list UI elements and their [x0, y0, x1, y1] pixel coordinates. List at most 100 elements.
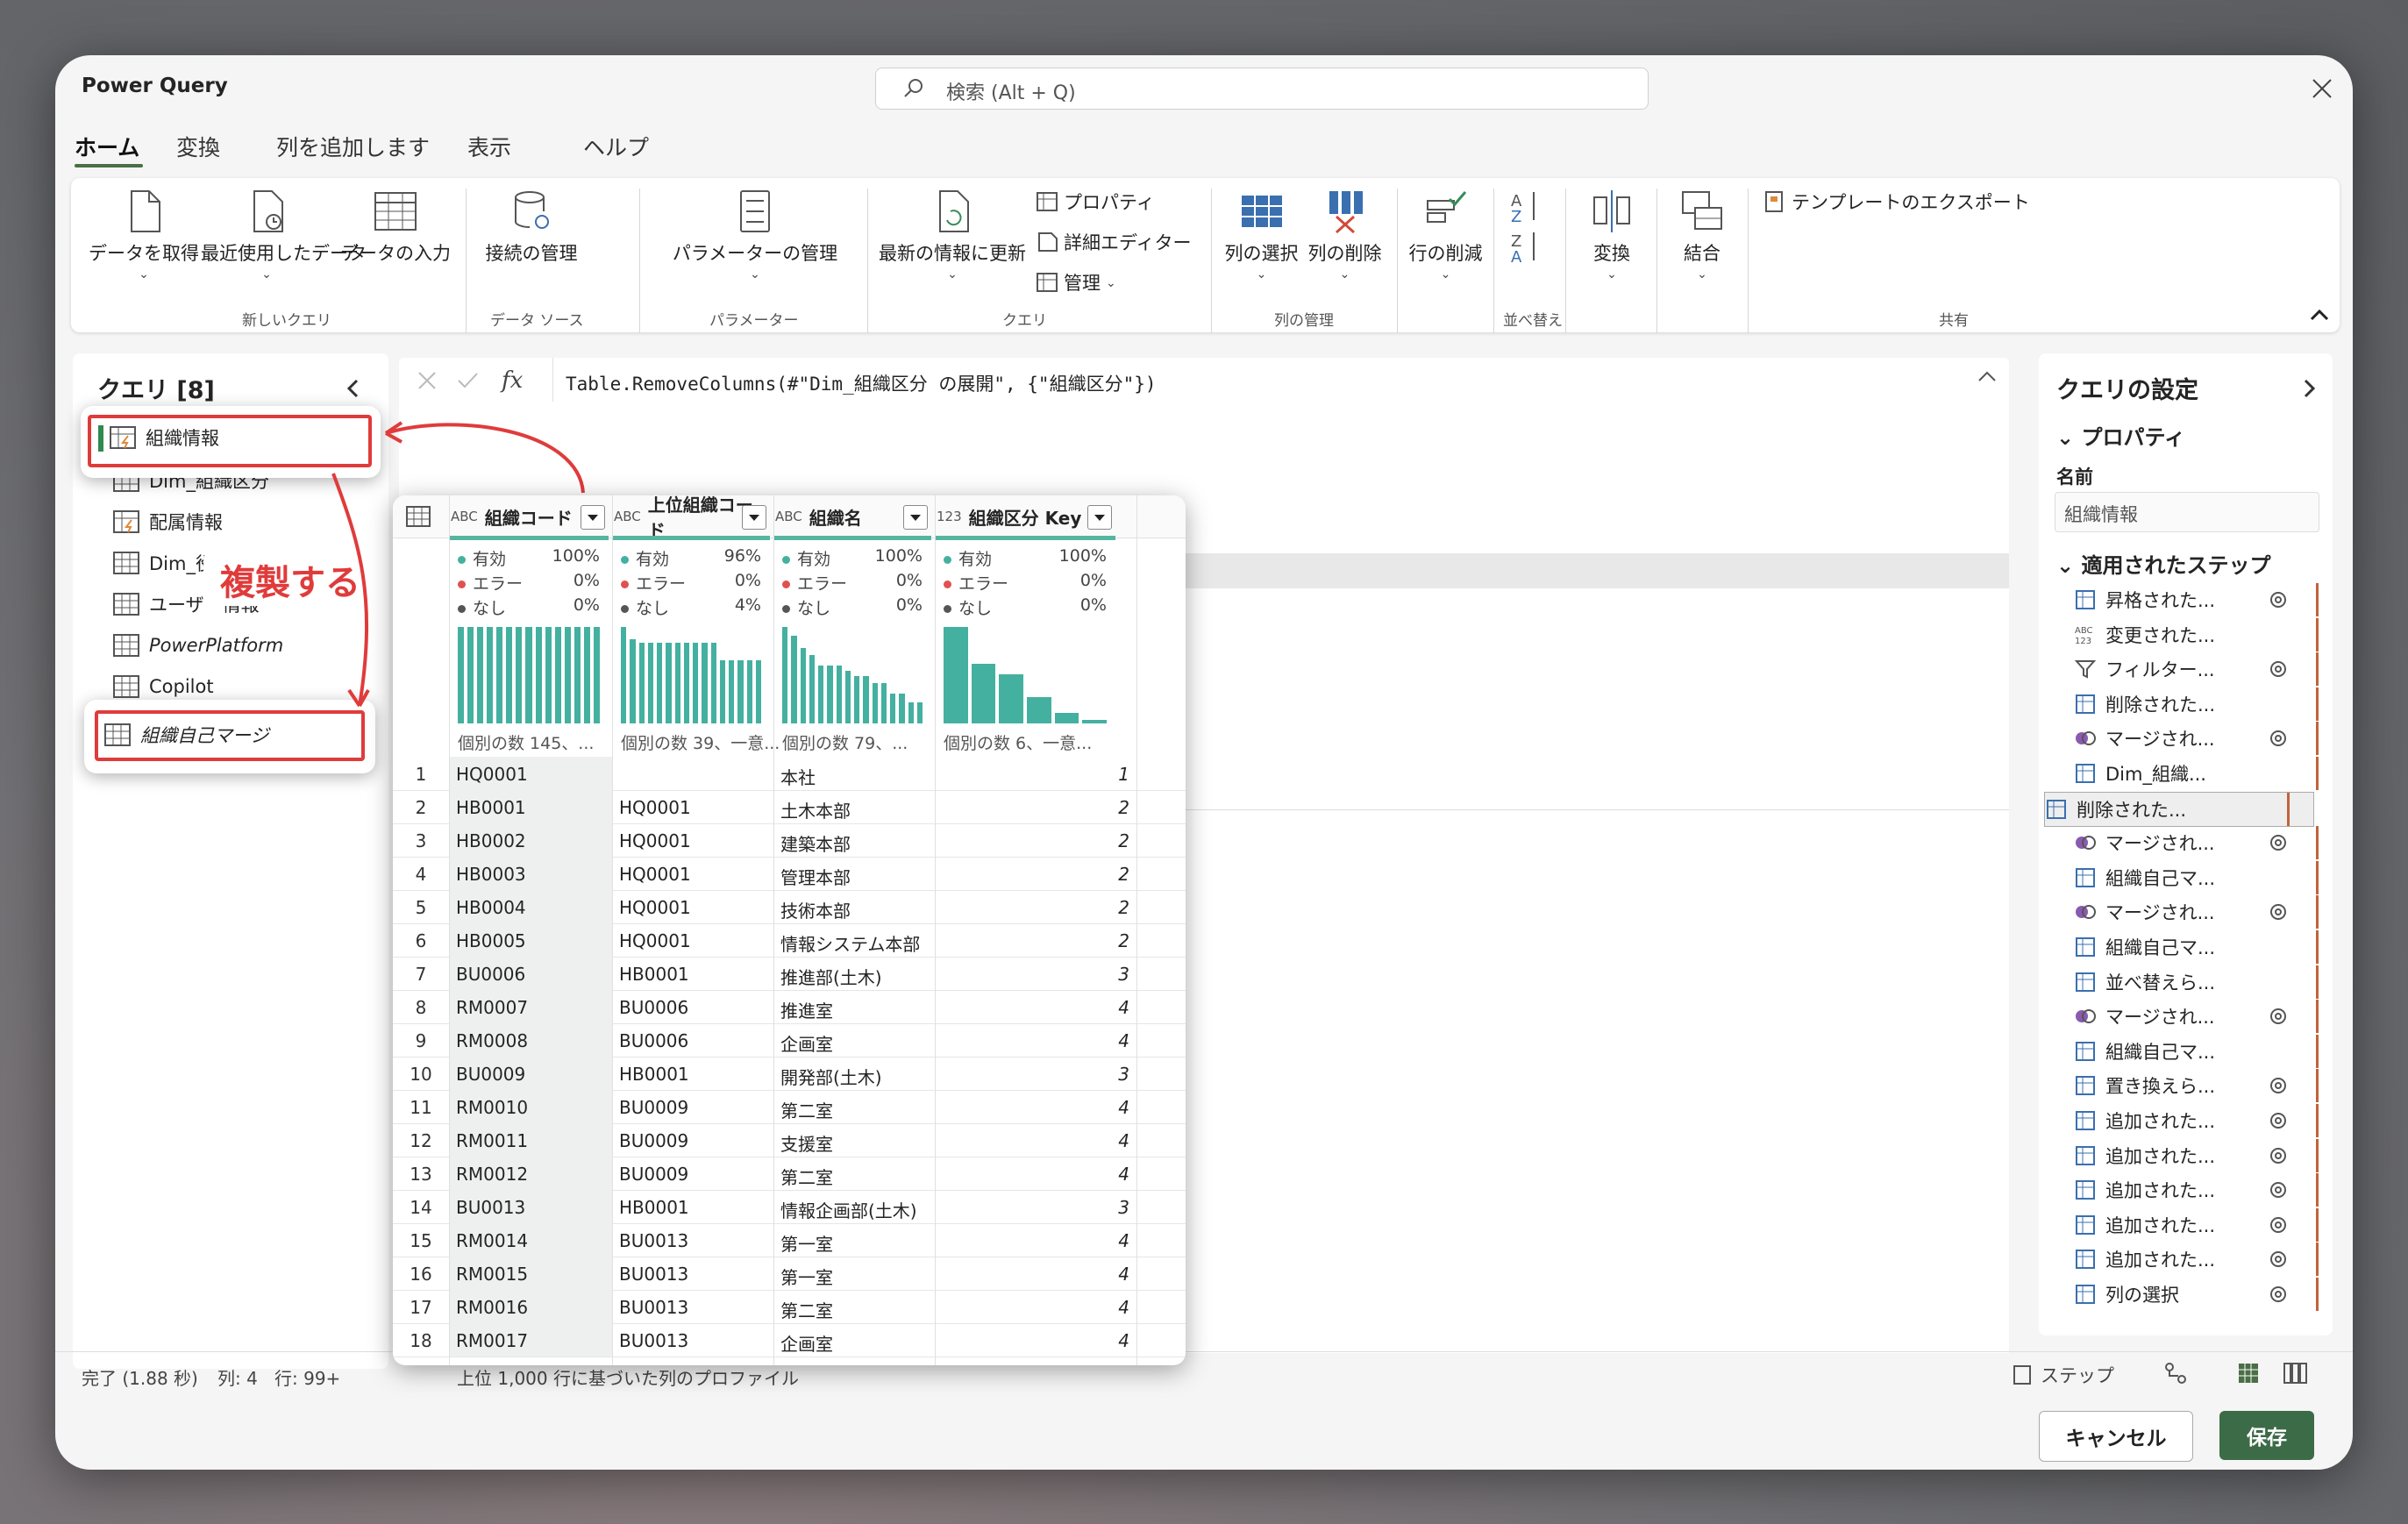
- table-row[interactable]: 10 BU0009 HB0001 開発部(土木) 3: [393, 1057, 1186, 1091]
- table-view-icon[interactable]: [2237, 1362, 2260, 1385]
- applied-step[interactable]: 並べ替えら...: [2074, 965, 2319, 999]
- table-row[interactable]: 6 HB0005 HQ0001 情報システム本部 2: [393, 923, 1186, 958]
- column-header-4[interactable]: 123 組織区分 Key: [937, 495, 1115, 538]
- query-item-powerplatform[interactable]: PowerPlatform: [112, 630, 283, 661]
- table-row[interactable]: 16 RM0015 BU0013 第一室 4: [393, 1257, 1186, 1291]
- table-row[interactable]: 12 RM0011 BU0009 支援室 4: [393, 1123, 1186, 1157]
- export-template-button[interactable]: テンプレートのエクスポート: [1763, 189, 2030, 215]
- applied-step[interactable]: 追加された...: [2074, 1138, 2319, 1172]
- sort-button[interactable]: AZZA: [1500, 187, 1553, 266]
- applied-step[interactable]: 昇格された...: [2074, 583, 2319, 616]
- applied-step[interactable]: 置き換えら...: [2074, 1069, 2319, 1103]
- collapse-formula-icon[interactable]: [1977, 370, 1997, 382]
- applied-step[interactable]: Dim_組織...: [2074, 757, 2319, 790]
- step-view-toggle[interactable]: ステップ: [2011, 1362, 2114, 1388]
- column-view-icon[interactable]: [2283, 1362, 2309, 1385]
- applied-step[interactable]: 削除された...: [2074, 687, 2319, 721]
- formula-text[interactable]: Table.RemoveColumns(#"Dim_組織区分 の展開", {"組…: [566, 370, 1157, 396]
- gear-icon[interactable]: [2267, 831, 2290, 854]
- tab-help[interactable]: ヘルプ: [583, 131, 649, 162]
- gear-icon[interactable]: [2267, 1005, 2290, 1028]
- query-item-copilot[interactable]: Copilot: [112, 671, 214, 702]
- applied-step[interactable]: 組織自己マ...: [2074, 1034, 2319, 1068]
- close-icon[interactable]: [2310, 76, 2334, 101]
- applied-step[interactable]: マージされ...: [2074, 1000, 2319, 1034]
- recent-sources-button[interactable]: 最近使用したデータ ⌄: [201, 189, 367, 281]
- advanced-editor-button[interactable]: 詳細エディター: [1036, 229, 1192, 255]
- save-button[interactable]: 保存: [2219, 1411, 2314, 1460]
- gear-icon[interactable]: [2267, 1248, 2290, 1271]
- refresh-button[interactable]: 最新の情報に更新 ⌄: [873, 189, 1031, 281]
- table-row[interactable]: 18 RM0017 BU0013 企画室 4: [393, 1323, 1186, 1357]
- cancel-formula-icon[interactable]: [417, 370, 438, 391]
- gear-icon[interactable]: [2267, 727, 2290, 750]
- remove-columns-button[interactable]: 列の削除 ⌄: [1303, 189, 1386, 281]
- tab-transform[interactable]: 変換: [176, 131, 220, 162]
- confirm-formula-icon[interactable]: [456, 370, 479, 391]
- table-row[interactable]: 4 HB0003 HQ0001 管理本部 2: [393, 857, 1186, 891]
- applied-step[interactable]: 追加された...: [2074, 1207, 2319, 1242]
- properties-section[interactable]: ⌄ プロパティ: [2056, 420, 2185, 451]
- table-row[interactable]: 11 RM0010 BU0009 第二室 4: [393, 1090, 1186, 1124]
- gear-icon[interactable]: [2267, 1074, 2290, 1097]
- applied-step[interactable]: 追加された...: [2074, 1243, 2319, 1277]
- applied-step[interactable]: マージされ...: [2074, 722, 2319, 756]
- applied-step[interactable]: フィルター...: [2074, 652, 2319, 687]
- applied-steps-section[interactable]: ⌄ 適用されたステップ: [2056, 548, 2270, 579]
- table-row[interactable]: 3 HB0002 HQ0001 建築本部 2: [393, 823, 1186, 858]
- name-field[interactable]: 組織情報: [2055, 492, 2319, 532]
- gear-icon[interactable]: [2267, 901, 2290, 923]
- column-header-3[interactable]: ABC 組織名: [775, 495, 931, 538]
- reduce-rows-button[interactable]: 行の削減 ⌄: [1404, 189, 1487, 281]
- gear-icon[interactable]: [2267, 658, 2290, 680]
- applied-step[interactable]: 組織自己マ...: [2074, 860, 2319, 894]
- table-row[interactable]: 17 RM0016 BU0013 第二室 4: [393, 1290, 1186, 1324]
- cancel-button[interactable]: キャンセル: [2039, 1411, 2193, 1462]
- gear-icon[interactable]: [2267, 1214, 2290, 1236]
- column-filter-dropdown[interactable]: [903, 505, 928, 530]
- manage-connections-button[interactable]: 接続の管理: [474, 189, 588, 266]
- search-box[interactable]: 検索 (Alt + Q): [875, 68, 1649, 110]
- manage-parameters-button[interactable]: パラメーターの管理 ⌄: [650, 189, 860, 281]
- properties-button[interactable]: プロパティ: [1036, 189, 1155, 215]
- table-row[interactable]: 15 RM0014 BU0013 第一室 4: [393, 1223, 1186, 1257]
- collapse-ribbon-icon[interactable]: [2309, 308, 2330, 322]
- expand-pane-icon[interactable]: [2300, 378, 2318, 399]
- column-filter-dropdown[interactable]: [581, 505, 605, 530]
- table-row[interactable]: 8 RM0007 BU0006 推進室 4: [393, 990, 1186, 1024]
- table-row[interactable]: 13 RM0012 BU0009 第二室 4: [393, 1157, 1186, 1191]
- transform-button[interactable]: 変換 ⌄: [1572, 189, 1651, 281]
- applied-step[interactable]: マージされ...: [2074, 895, 2319, 929]
- diagram-view-icon[interactable]: [2164, 1362, 2187, 1385]
- manage-button[interactable]: 管理 ⌄: [1036, 269, 1116, 296]
- applied-step[interactable]: 削除された...: [2044, 791, 2314, 827]
- fx-icon[interactable]: fx: [500, 367, 530, 393]
- applied-step[interactable]: マージされ...: [2074, 826, 2319, 860]
- tab-view[interactable]: 表示: [467, 131, 511, 162]
- table-row[interactable]: 5 HB0004 HQ0001 技術本部 2: [393, 890, 1186, 924]
- table-row[interactable]: 14 BU0013 HB0001 情報企画部(土木) 3: [393, 1190, 1186, 1224]
- get-data-button[interactable]: データを取得 ⌄: [87, 189, 201, 281]
- column-header-1[interactable]: ABC 組織コード: [451, 495, 609, 538]
- applied-step[interactable]: ABC 123 変更された...: [2074, 617, 2319, 652]
- applied-step[interactable]: 追加された...: [2074, 1173, 2319, 1207]
- table-menu-icon[interactable]: [405, 505, 431, 528]
- collapse-pane-icon[interactable]: [345, 378, 362, 399]
- table-row[interactable]: 2 HB0001 HQ0001 土木本部 2: [393, 790, 1186, 824]
- choose-columns-button[interactable]: 列の選択 ⌄: [1220, 189, 1303, 281]
- query-item-haizoku[interactable]: 配属情報: [112, 506, 223, 538]
- gear-icon[interactable]: [2267, 1179, 2290, 1201]
- applied-step[interactable]: 組織自己マ...: [2074, 930, 2319, 964]
- gear-icon[interactable]: [2267, 1283, 2290, 1306]
- gear-icon[interactable]: [2267, 588, 2290, 611]
- query-item-dim-yaku[interactable]: Dim_役: [112, 547, 214, 579]
- table-row[interactable]: 1 HQ0001 本社 1: [393, 757, 1186, 791]
- column-filter-dropdown[interactable]: [1087, 505, 1112, 530]
- column-header-2[interactable]: ABC 上位組織コード: [614, 495, 770, 541]
- enter-data-button[interactable]: データの入力: [334, 189, 457, 266]
- gear-icon[interactable]: [2267, 1109, 2290, 1132]
- tab-home[interactable]: ホーム: [75, 131, 139, 162]
- tab-add-column[interactable]: 列を追加します: [276, 131, 430, 162]
- table-row[interactable]: 7 BU0006 HB0001 推進部(土木) 3: [393, 957, 1186, 991]
- column-filter-dropdown[interactable]: [742, 505, 766, 530]
